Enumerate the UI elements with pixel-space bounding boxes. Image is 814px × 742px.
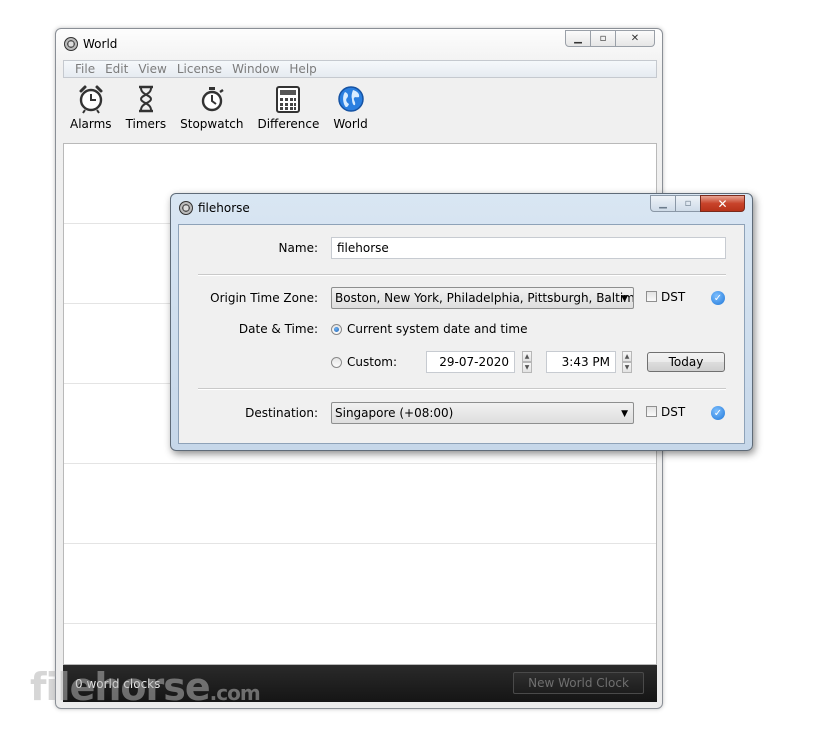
- list-row-divider: [64, 463, 656, 464]
- chevron-down-icon: ▼: [621, 294, 628, 304]
- menu-view[interactable]: View: [133, 62, 171, 76]
- watermark-suffix: .com: [209, 681, 261, 705]
- toolbar-world-label: World: [333, 117, 368, 131]
- separator: [198, 388, 726, 390]
- dialog-window-controls: ▁ ▫ ✕: [650, 195, 745, 212]
- minimize-button[interactable]: ▁: [565, 30, 591, 47]
- custom-date-input[interactable]: 29-07-2020: [426, 351, 515, 373]
- filehorse-watermark-logo: filehorse.com: [30, 665, 261, 709]
- menu-bar: File Edit View License Window Help: [63, 60, 657, 78]
- toolbar-difference-button[interactable]: Difference: [250, 79, 326, 131]
- list-row-divider: [64, 543, 656, 544]
- custom-time-radio[interactable]: [331, 357, 342, 368]
- today-button[interactable]: Today: [647, 352, 725, 372]
- stepper-up-icon[interactable]: ▲: [622, 351, 632, 362]
- destination-value: Singapore (+08:00): [335, 406, 454, 420]
- menu-license[interactable]: License: [172, 62, 227, 76]
- destination-valid-check-icon: ✓: [711, 406, 725, 420]
- maximize-button[interactable]: ▫: [590, 30, 616, 47]
- globe-icon: [336, 84, 366, 114]
- dialog-title-bar: filehorse: [179, 201, 250, 215]
- calculator-icon: [273, 84, 303, 114]
- name-label: Name:: [278, 241, 318, 255]
- close-icon: ✕: [630, 33, 640, 44]
- close-button[interactable]: ✕: [615, 30, 655, 47]
- toolbar-alarms-button[interactable]: Alarms: [63, 79, 119, 131]
- main-window-controls: ▁ ▫ ✕: [565, 30, 655, 47]
- menu-help[interactable]: Help: [284, 62, 321, 76]
- list-row-divider: [64, 623, 656, 624]
- toolbar-difference-label: Difference: [257, 117, 320, 131]
- origin-time-zone-select[interactable]: Boston, New York, Philadelphia, Pittsbur…: [331, 287, 634, 309]
- destination-dst-checkbox[interactable]: [646, 406, 657, 417]
- alarm-clock-icon: [76, 84, 106, 114]
- custom-time-option-label: Custom:: [347, 355, 398, 369]
- dialog-minimize-button[interactable]: ▁: [650, 195, 676, 212]
- stepper-down-icon[interactable]: ▼: [522, 362, 532, 373]
- custom-time-input[interactable]: 3:43 PM: [546, 351, 616, 373]
- current-time-option-label: Current system date and time: [347, 322, 528, 336]
- close-icon: ✕: [717, 196, 728, 211]
- chevron-down-icon: ▼: [621, 409, 628, 419]
- dialog-close-button[interactable]: ✕: [700, 195, 745, 212]
- new-world-clock-button[interactable]: New World Clock: [513, 672, 644, 694]
- origin-dst-label: DST: [661, 290, 686, 304]
- toolbar-stopwatch-label: Stopwatch: [180, 117, 244, 131]
- origin-time-zone-value: Boston, New York, Philadelphia, Pittsbur…: [335, 291, 634, 305]
- dialog-title: filehorse: [198, 201, 250, 215]
- dialog-clock-icon: [179, 201, 193, 215]
- date-stepper[interactable]: ▲ ▼: [522, 351, 532, 373]
- watermark-text: filehorse: [30, 665, 211, 709]
- main-title-bar: World: [64, 36, 117, 52]
- minimize-icon: ▁: [574, 33, 582, 44]
- toolbar-alarms-label: Alarms: [70, 117, 112, 131]
- maximize-icon: ▫: [599, 33, 607, 44]
- menu-edit[interactable]: Edit: [100, 62, 133, 76]
- time-stepper[interactable]: ▲ ▼: [622, 351, 632, 373]
- date-time-label: Date & Time:: [238, 322, 318, 336]
- toolbar-stopwatch-button[interactable]: Stopwatch: [173, 79, 250, 131]
- new-clock-dialog: filehorse ▁ ▫ ✕ Name: filehorse Origin T…: [170, 193, 753, 451]
- menu-window[interactable]: Window: [227, 62, 284, 76]
- current-time-radio[interactable]: [331, 324, 342, 335]
- stopwatch-icon: [197, 84, 227, 114]
- hourglass-icon: [131, 84, 161, 114]
- origin-valid-check-icon: ✓: [711, 291, 725, 305]
- main-window-title: World: [83, 37, 118, 51]
- toolbar-timers-label: Timers: [125, 117, 167, 131]
- toolbar: Alarms Timers Stopwatch Difference World: [63, 79, 657, 141]
- separator: [198, 274, 726, 276]
- menu-file[interactable]: File: [70, 62, 100, 76]
- maximize-icon: ▫: [684, 198, 692, 209]
- app-clock-icon: [64, 37, 78, 51]
- dialog-maximize-button[interactable]: ▫: [675, 195, 701, 212]
- dialog-body: Name: filehorse Origin Time Zone: Boston…: [178, 224, 745, 444]
- toolbar-world-button[interactable]: World: [326, 79, 374, 131]
- destination-dst-label: DST: [661, 405, 686, 419]
- name-input[interactable]: filehorse: [331, 237, 726, 259]
- toolbar-timers-button[interactable]: Timers: [119, 79, 174, 131]
- stepper-down-icon[interactable]: ▼: [622, 362, 632, 373]
- origin-dst-checkbox[interactable]: [646, 291, 657, 302]
- destination-label: Destination:: [245, 406, 318, 420]
- minimize-icon: ▁: [659, 198, 667, 209]
- destination-select[interactable]: Singapore (+08:00) ▼: [331, 402, 634, 424]
- stepper-up-icon[interactable]: ▲: [522, 351, 532, 362]
- origin-time-zone-label: Origin Time Zone:: [210, 291, 318, 305]
